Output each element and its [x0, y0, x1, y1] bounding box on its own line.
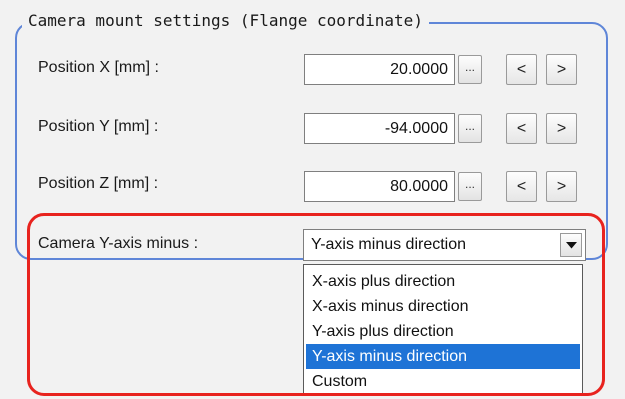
dropdown-option-x-minus[interactable]: X-axis minus direction: [306, 294, 580, 319]
camera-mount-settings-panel: Camera mount settings (Flange coordinate…: [0, 0, 625, 399]
position-z-decrement-button[interactable]: <: [506, 171, 537, 202]
chevron-down-icon: [566, 242, 577, 249]
position-x-ellipsis-button[interactable]: ...: [458, 55, 482, 84]
dropdown-option-custom[interactable]: Custom: [306, 369, 580, 394]
position-x-decrement-button[interactable]: <: [506, 54, 537, 85]
position-y-field[interactable]: [304, 113, 455, 144]
position-z-increment-button[interactable]: >: [546, 171, 577, 202]
dropdown-option-y-plus[interactable]: Y-axis plus direction: [306, 319, 580, 344]
camera-y-axis-select[interactable]: Y-axis minus direction: [303, 229, 586, 261]
position-x-label: Position X [mm] :: [38, 59, 159, 76]
position-z-field[interactable]: [304, 171, 455, 202]
dropdown-option-x-plus[interactable]: X-axis plus direction: [306, 269, 580, 294]
position-y-label: Position Y [mm] :: [38, 118, 159, 135]
camera-y-axis-dropdown-list: X-axis plus direction X-axis minus direc…: [303, 264, 583, 396]
position-x-field[interactable]: [304, 54, 455, 85]
dropdown-option-y-minus[interactable]: Y-axis minus direction: [306, 344, 580, 369]
position-z-label: Position Z [mm] :: [38, 175, 159, 192]
position-y-decrement-button[interactable]: <: [506, 113, 537, 144]
groupbox-title: Camera mount settings (Flange coordinate…: [22, 8, 429, 34]
position-z-ellipsis-button[interactable]: ...: [458, 172, 482, 201]
dropdown-button[interactable]: [560, 233, 582, 257]
camera-y-axis-label: Camera Y-axis minus :: [38, 235, 199, 252]
camera-y-axis-selected-value: Y-axis minus direction: [311, 236, 467, 253]
position-y-ellipsis-button[interactable]: ...: [458, 114, 482, 143]
position-x-increment-button[interactable]: >: [546, 54, 577, 85]
position-y-increment-button[interactable]: >: [546, 113, 577, 144]
